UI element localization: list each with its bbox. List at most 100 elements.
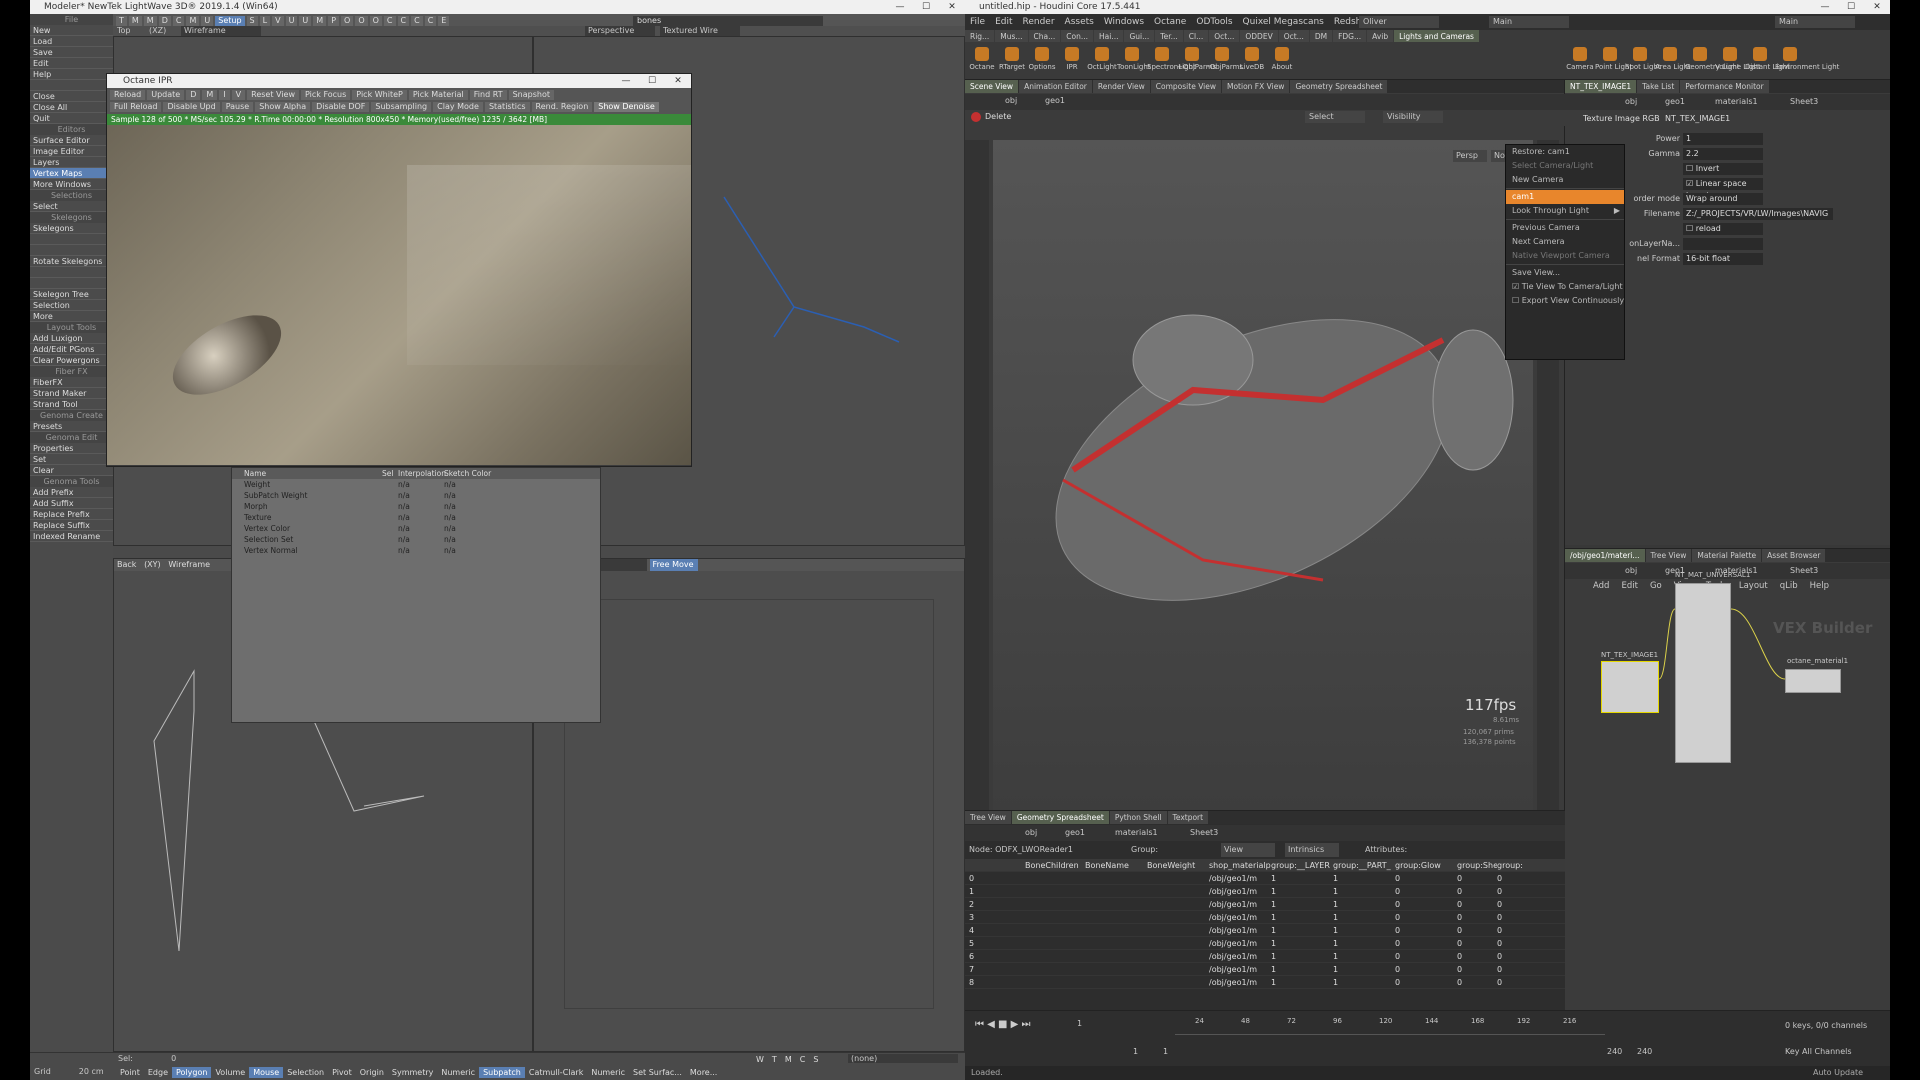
sidebar-item[interactable]: Clear bbox=[30, 465, 113, 476]
visibility-dropdown[interactable]: Visibility bbox=[1383, 111, 1443, 123]
wtmcs-button[interactable]: T bbox=[768, 1054, 781, 1065]
ipr-button[interactable]: Disable Upd bbox=[163, 102, 220, 112]
sheet-col-header[interactable]: group: bbox=[1497, 859, 1537, 871]
param-path-mat[interactable]: materials1 bbox=[1715, 94, 1758, 110]
sidebar-item[interactable]: More Windows bbox=[30, 179, 113, 190]
vmap-sel[interactable] bbox=[382, 490, 398, 501]
sheet-col-header[interactable]: group:__LAYER bbox=[1271, 859, 1333, 871]
timeline-ruler[interactable]: 24 48 72 96 120 144 168 192 216 bbox=[1175, 1017, 1605, 1035]
vmap-sel[interactable] bbox=[382, 501, 398, 512]
vmap-row[interactable]: Texture n/a n/a bbox=[232, 512, 600, 523]
sidebar-item[interactable]: Add Prefix bbox=[30, 487, 113, 498]
sheet-path-mat[interactable]: materials1 bbox=[1115, 825, 1158, 841]
param-path-geo[interactable]: geo1 bbox=[1665, 94, 1685, 110]
pane-tab[interactable]: Tree View bbox=[965, 811, 1011, 824]
toolbar-tab[interactable]: O bbox=[355, 16, 368, 26]
toolbar-tab[interactable]: M bbox=[313, 16, 327, 26]
h-close-icon[interactable]: ✕ bbox=[1864, 0, 1890, 14]
toolbar-tab[interactable]: S bbox=[246, 16, 258, 26]
pane-tab[interactable]: Performance Monitor bbox=[1680, 80, 1769, 93]
vmap-sel[interactable] bbox=[382, 545, 398, 556]
ipr-button[interactable]: Clay Mode bbox=[433, 102, 483, 112]
sheet-row[interactable]: 1/obj/geo1/m 1 1 0 0 0 bbox=[965, 885, 1565, 898]
h-maximize-icon[interactable]: ☐ bbox=[1838, 0, 1864, 14]
shelf-tool[interactable]: Spot Light bbox=[1625, 43, 1661, 83]
sidebar-item[interactable]: Surface Editor bbox=[30, 135, 113, 146]
param-path-sheet[interactable]: Sheet3 bbox=[1790, 94, 1818, 110]
shelf-tool[interactable]: SpectronLight bbox=[1147, 43, 1196, 83]
ipr-button[interactable]: Show Alpha bbox=[255, 102, 311, 112]
minimize-icon[interactable]: — bbox=[887, 0, 913, 14]
shelf-tab[interactable]: FDG... bbox=[1333, 30, 1367, 42]
bones-field[interactable]: bones bbox=[633, 16, 823, 26]
toolbar-tab[interactable]: M bbox=[186, 16, 200, 26]
shelf-tool[interactable]: +ObjParms bbox=[1177, 43, 1216, 83]
persp-dropdown[interactable]: Persp bbox=[1453, 150, 1487, 162]
sidebar-item[interactable]: Properties bbox=[30, 443, 113, 454]
mode-button[interactable]: Point bbox=[116, 1067, 144, 1078]
vmap-row[interactable]: Morph n/a n/a bbox=[232, 501, 600, 512]
vmap-row[interactable]: SubPatch Weight n/a n/a bbox=[232, 490, 600, 501]
mode-button[interactable]: Edge bbox=[144, 1067, 172, 1078]
sidebar-item[interactable]: Save bbox=[30, 47, 113, 58]
ipr-button[interactable]: Reload bbox=[110, 90, 146, 100]
vmap-sel[interactable] bbox=[382, 512, 398, 523]
playback-controls[interactable]: ⏮ ◀ ■ ▶ ⏭ bbox=[975, 1019, 1031, 1030]
toolbar-tab[interactable]: C bbox=[383, 16, 396, 26]
menu-item[interactable]: Quixel Megascans bbox=[1238, 14, 1329, 30]
ipr-maximize-icon[interactable]: ☐ bbox=[639, 74, 665, 88]
mode-button[interactable]: More... bbox=[686, 1067, 721, 1078]
maximize-icon[interactable]: ☐ bbox=[913, 0, 939, 14]
param-value[interactable]: ☑ Linear space invert bbox=[1683, 178, 1763, 200]
sidebar-item[interactable]: Replace Suffix bbox=[30, 520, 113, 531]
sheet-row[interactable]: 3/obj/geo1/m 1 1 0 0 0 bbox=[965, 911, 1565, 924]
shelf-tool[interactable]: About bbox=[1267, 43, 1297, 83]
frame-field[interactable]: 1 bbox=[1077, 1019, 1082, 1028]
toolbar-tab[interactable]: M bbox=[128, 16, 142, 26]
ipr-button[interactable]: Disable DOF bbox=[312, 102, 370, 112]
sheet-row[interactable]: 0/obj/geo1/m 1 1 0 0 0 bbox=[965, 872, 1565, 885]
wtmcs-button[interactable]: C bbox=[796, 1054, 810, 1065]
toolbar-tab[interactable]: U bbox=[299, 16, 312, 26]
ipr-button[interactable]: Update bbox=[147, 90, 185, 100]
pane-tab[interactable]: Composite View bbox=[1150, 80, 1221, 93]
sidebar-item[interactable]: Layers bbox=[30, 157, 113, 168]
camera-menu-item[interactable]: Restore: cam1 bbox=[1506, 145, 1624, 159]
vp-persp-mode[interactable]: Textured Wire bbox=[660, 26, 740, 36]
ipr-button[interactable]: Pause bbox=[221, 102, 254, 112]
sheet-row[interactable]: 7/obj/geo1/m 1 1 0 0 0 bbox=[965, 963, 1565, 976]
sheet-row[interactable]: 5/obj/geo1/m 1 1 0 0 0 bbox=[965, 937, 1565, 950]
menu-item[interactable]: ODTools bbox=[1191, 14, 1237, 30]
sheet-row[interactable]: 8/obj/geo1/m 1 1 0 0 0 bbox=[965, 976, 1565, 989]
vmap-row[interactable]: Vertex Color n/a n/a bbox=[232, 523, 600, 534]
h-minimize-icon[interactable]: — bbox=[1812, 0, 1838, 14]
ipr-render-image[interactable] bbox=[107, 125, 691, 465]
param-value[interactable]: Wrap around bbox=[1683, 193, 1763, 205]
shelf-tool[interactable]: ToonLight bbox=[1117, 43, 1151, 83]
ipr-button[interactable]: Pick Focus bbox=[301, 90, 351, 100]
sheet-row[interactable]: 4/obj/geo1/m 1 1 0 0 0 bbox=[965, 924, 1565, 937]
sidebar-item[interactable]: Add/Edit PGons bbox=[30, 344, 113, 355]
ipr-button[interactable]: Reset View bbox=[247, 90, 299, 100]
sheet-path-root[interactable]: obj bbox=[1025, 825, 1037, 841]
ipr-button[interactable]: Rend. Region bbox=[531, 102, 593, 112]
desk-field[interactable]: Main bbox=[1489, 16, 1569, 28]
mode-button[interactable]: Pivot bbox=[328, 1067, 356, 1078]
mode-button[interactable]: Numeric bbox=[437, 1067, 479, 1078]
sidebar-item[interactable]: Selection bbox=[30, 300, 113, 311]
pane-tab[interactable]: Motion FX View bbox=[1222, 80, 1290, 93]
toolbar-tab[interactable]: D bbox=[158, 16, 171, 26]
sidebar-item[interactable]: Add Luxigon bbox=[30, 333, 113, 344]
ipr-button[interactable]: V bbox=[231, 90, 246, 100]
sheet-path-sheet[interactable]: Sheet3 bbox=[1190, 825, 1218, 841]
sidebar-item[interactable]: Close All bbox=[30, 102, 113, 113]
key-all-channels[interactable]: Key All Channels bbox=[1785, 1047, 1852, 1056]
desk-field-right[interactable]: Main bbox=[1775, 16, 1855, 28]
toolbar-tab[interactable]: U bbox=[285, 16, 298, 26]
mode-button[interactable]: Polygon bbox=[172, 1067, 212, 1078]
param-value[interactable]: 1 bbox=[1683, 133, 1763, 145]
mode-button[interactable]: Symmetry bbox=[388, 1067, 437, 1078]
sheet-col-header[interactable]: group:Sheet1 bbox=[1457, 859, 1497, 871]
pane-tab[interactable]: Textport bbox=[1167, 811, 1209, 824]
toolbar-tab[interactable]: C bbox=[172, 16, 185, 26]
